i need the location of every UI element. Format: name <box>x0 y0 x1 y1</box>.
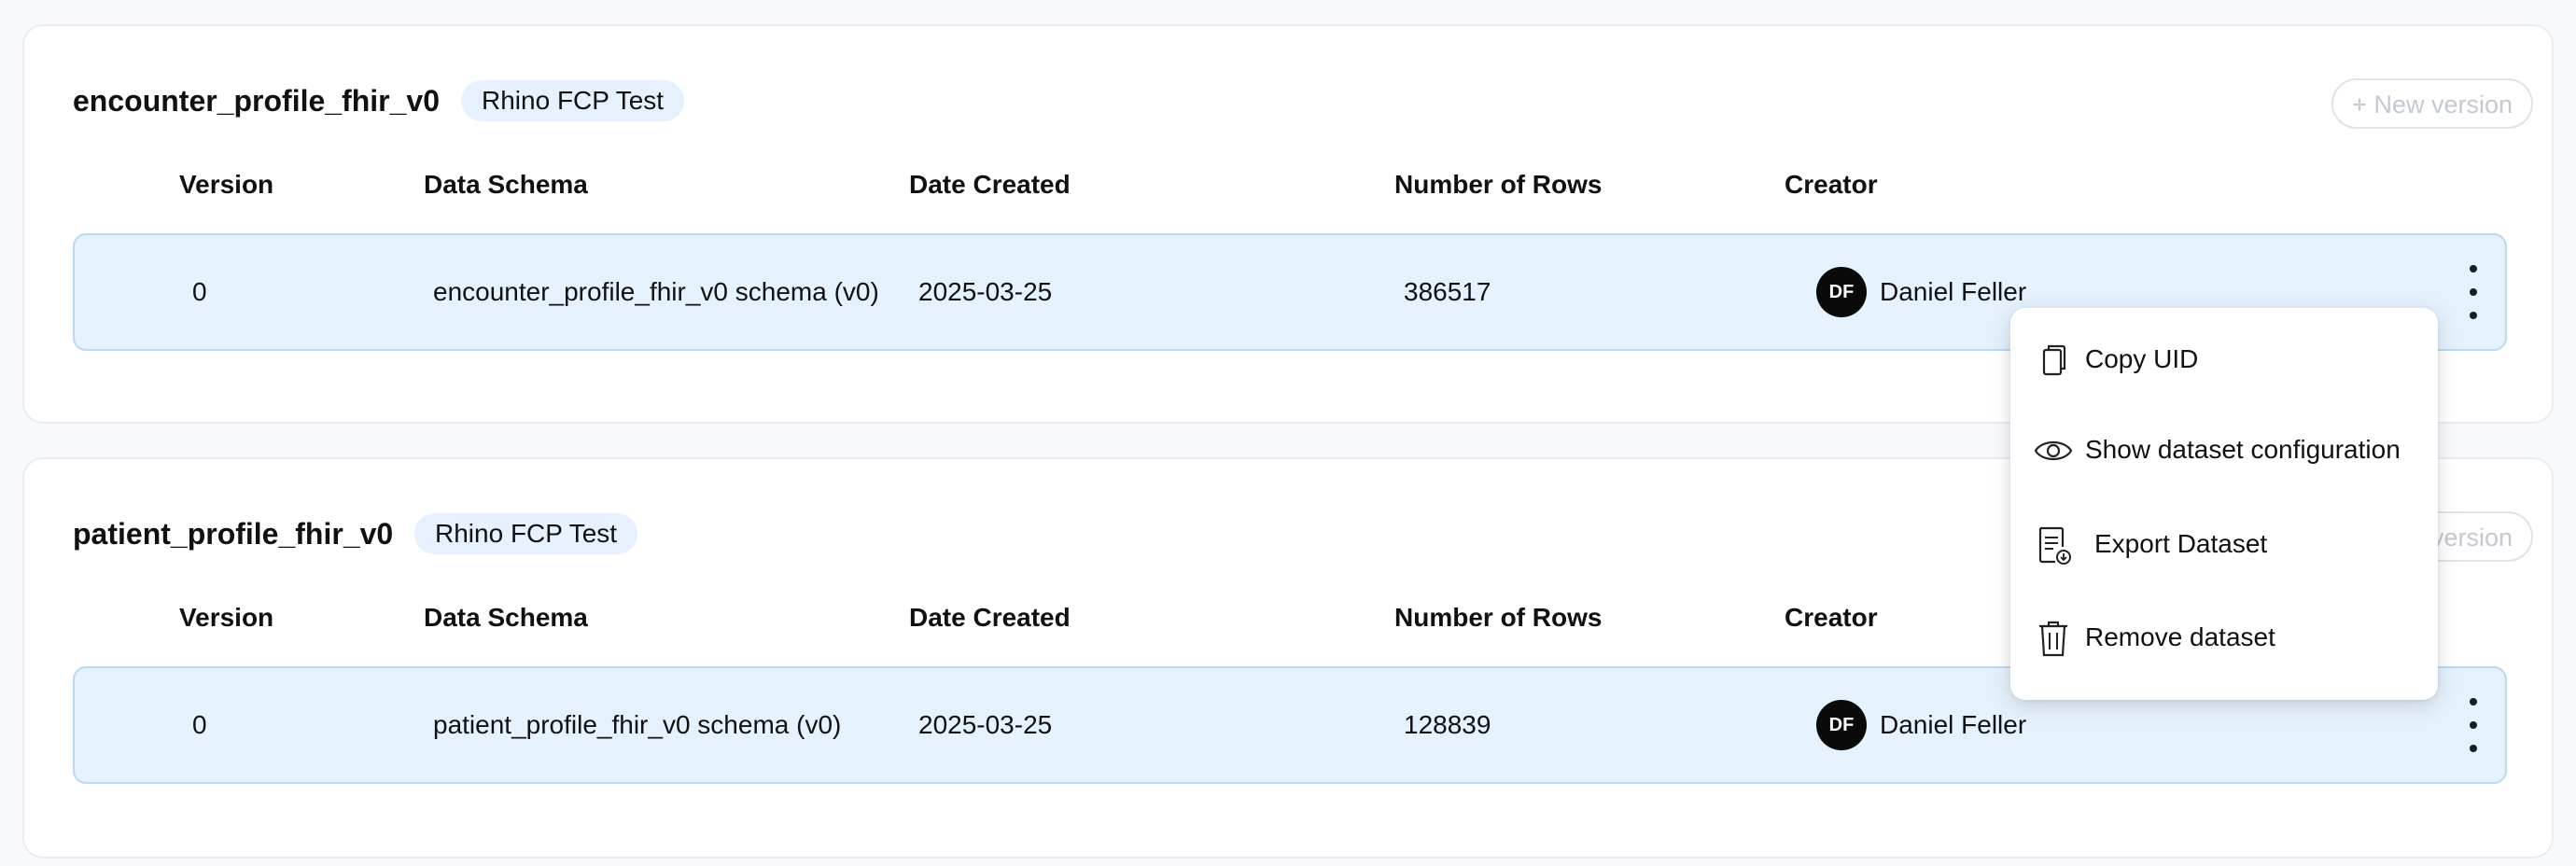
dataset-context-menu: Copy UID Show dataset configuration Expo… <box>2010 308 2438 700</box>
menu-item-label: Remove dataset <box>2085 622 2275 651</box>
schema-cell: patient_profile_fhir_v0 schema (v0) <box>433 710 842 739</box>
version-cell: 0 <box>192 277 207 306</box>
export-document-icon <box>2038 526 2071 565</box>
menu-item-label: Export Dataset <box>2094 529 2268 558</box>
new-version-button[interactable]: + New version <box>2331 78 2533 129</box>
eye-icon <box>2034 440 2073 461</box>
column-header-version: Version <box>179 170 274 199</box>
avatar: DF <box>1816 700 1867 750</box>
creator-name: Daniel Feller <box>1880 277 2027 306</box>
trash-icon <box>2039 621 2067 657</box>
column-header-data-schema: Data Schema <box>424 603 588 632</box>
column-header-date-created: Date Created <box>909 603 1071 632</box>
column-header-number-of-rows: Number of Rows <box>1394 603 1603 632</box>
more-options-icon[interactable] <box>2466 265 2481 321</box>
menu-item-copy-uid[interactable]: Copy UID <box>2010 327 2438 392</box>
column-header-version: Version <box>179 603 274 632</box>
column-header-data-schema: Data Schema <box>424 170 588 199</box>
column-header-date-created: Date Created <box>909 170 1071 199</box>
date-cell: 2025-03-25 <box>918 277 1053 306</box>
project-tag: Rhino FCP Test <box>414 513 638 554</box>
copy-icon <box>2042 344 2066 376</box>
menu-item-export-dataset[interactable]: Export Dataset <box>2010 511 2438 577</box>
column-header-creator: Creator <box>1785 170 1878 199</box>
project-tag: Rhino FCP Test <box>461 80 685 121</box>
menu-item-label: Show dataset configuration <box>2085 435 2401 464</box>
version-cell: 0 <box>192 710 207 739</box>
row-count-cell: 386517 <box>1404 277 1491 306</box>
table-header: Version Data Schema Date Created Number … <box>24 170 2552 207</box>
avatar: DF <box>1816 267 1867 317</box>
dataset-title: encounter_profile_fhir_v0 <box>73 84 440 118</box>
row-count-cell: 128839 <box>1404 710 1491 739</box>
menu-item-remove-dataset[interactable]: Remove dataset <box>2010 605 2438 670</box>
date-cell: 2025-03-25 <box>918 710 1053 739</box>
column-header-number-of-rows: Number of Rows <box>1394 170 1603 199</box>
schema-cell: encounter_profile_fhir_v0 schema (v0) <box>433 277 879 306</box>
menu-item-label: Copy UID <box>2085 344 2199 373</box>
more-options-icon[interactable] <box>2466 698 2481 754</box>
column-header-creator: Creator <box>1785 603 1878 632</box>
dataset-title: patient_profile_fhir_v0 <box>73 517 394 551</box>
creator-name: Daniel Feller <box>1880 710 2027 739</box>
menu-item-show-configuration[interactable]: Show dataset configuration <box>2010 417 2438 482</box>
